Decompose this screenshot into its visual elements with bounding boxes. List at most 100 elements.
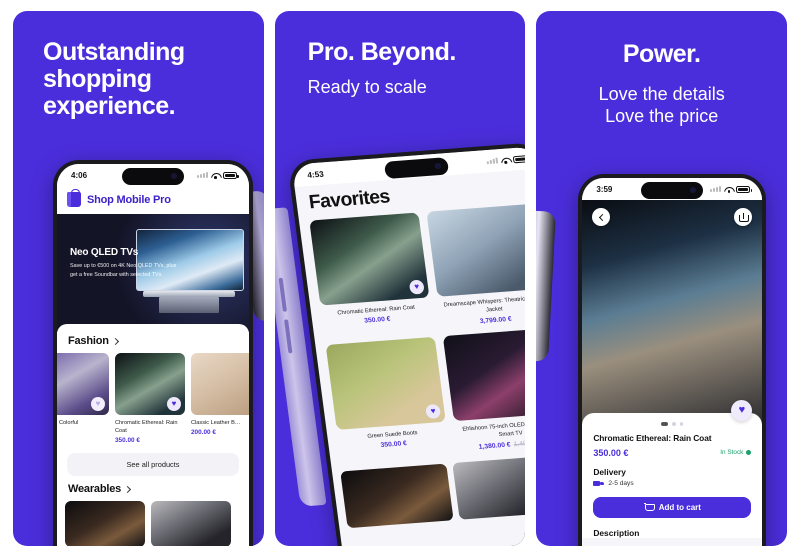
status-time: 4:53 xyxy=(306,169,324,180)
delivery-estimate: 2-5 days xyxy=(608,480,634,487)
panel-3-headline: Power. xyxy=(622,40,701,68)
favorite-card[interactable]: ♥ Dreamscape Whispers: Theatrical Rain J… xyxy=(426,203,526,328)
section-header-fashion[interactable]: Fashion xyxy=(57,332,249,353)
stock-status: In Stock xyxy=(720,449,752,456)
product-card[interactable]: Classic Leather B… 200.00 € xyxy=(191,353,249,444)
favorite-button[interactable]: ♥ xyxy=(731,400,753,421)
tv-console xyxy=(159,297,219,313)
stock-dot-icon xyxy=(746,450,752,455)
description-heading: Description xyxy=(593,527,640,538)
panel-2-headline-group: Pro. Beyond. Ready to scale xyxy=(308,39,526,99)
image-carousel-dots[interactable] xyxy=(593,422,751,426)
product-image: ♥ xyxy=(115,353,185,415)
panel-1-headline-group: Outstanding shopping experience. xyxy=(43,39,264,120)
favorite-card[interactable]: ♥ Chromatic Ethereal: Rain Coat 350.00 € xyxy=(308,212,433,336)
battery-icon xyxy=(223,171,239,179)
wifi-icon xyxy=(724,186,733,193)
favorite-icon[interactable]: ♥ xyxy=(408,279,425,295)
product-row-wearables[interactable] xyxy=(57,501,249,546)
product-card[interactable]: ♥ Chromatic Ethereal: Rain Coat 350.00 € xyxy=(115,353,185,444)
truck-icon xyxy=(593,480,605,488)
hero-banner[interactable]: Neo QLED TVs Save up to €500 on 4K Neo Q… xyxy=(57,214,249,332)
product-name: ...rie: Colorful xyxy=(57,420,79,426)
product-row-fashion[interactable]: ♥ ...rie: Colorful …€ ♥ Chromatic Ethere… xyxy=(57,353,249,444)
favorite-icon[interactable]: ♥ xyxy=(167,397,181,411)
favorite-card[interactable]: ♥ Ehlishoon 75-inch OLED 4K Ultra HD Sma… xyxy=(442,327,526,452)
favorite-icon[interactable]: ♥ xyxy=(91,397,105,411)
product-image: ♥ xyxy=(57,353,109,415)
product-name: Chromatic Ethereal: Rain Coat xyxy=(593,432,712,443)
detail-toolbar xyxy=(582,208,762,226)
product-card[interactable] xyxy=(65,501,145,546)
phone-mockup-detail: 3:59 ♥ Chromatic Ethereal: Rain Coat 350… xyxy=(578,174,767,546)
volume-up-button[interactable] xyxy=(278,277,287,312)
cellular-icon xyxy=(486,157,498,165)
product-card[interactable] xyxy=(339,463,454,528)
share-icon xyxy=(739,212,750,222)
product-image: ♥ xyxy=(325,336,446,430)
product-image: ♥ xyxy=(426,203,526,297)
see-all-products-button[interactable]: See all products xyxy=(67,453,239,477)
favorite-icon[interactable]: ♥ xyxy=(424,403,441,419)
dynamic-island xyxy=(122,168,184,185)
phone-mockup-home: 4:06 Shop Mobile Pro Neo QLED TVs Save u… xyxy=(53,160,253,546)
app-header: Shop Mobile Pro xyxy=(57,186,249,214)
hero-text: Neo QLED TVs Save up to €500 on 4K Neo Q… xyxy=(70,247,178,279)
promo-panel-pro: Pro. Beyond. Ready to scale 4:53 Favorit… xyxy=(274,11,526,546)
product-card[interactable] xyxy=(151,501,231,546)
section-header-wearables[interactable]: Wearables xyxy=(57,480,249,501)
phone-screen-home: 4:06 Shop Mobile Pro Neo QLED TVs Save u… xyxy=(57,164,249,546)
status-bar: 3:59 xyxy=(582,178,763,200)
cellular-icon xyxy=(197,172,208,178)
dynamic-island xyxy=(641,182,704,199)
panel-2-subheadline: Ready to scale xyxy=(307,77,427,97)
hero-body: Save up to €500 on 4K Neo QLED TVs, plus… xyxy=(70,263,177,278)
hero-title: Neo QLED TVs xyxy=(70,247,139,258)
cart-icon xyxy=(643,502,655,512)
panel-2-headline: Pro. Beyond. xyxy=(307,38,457,66)
stock-label: In Stock xyxy=(720,449,744,456)
promo-panel-power: Power. Love the details Love the price 3… xyxy=(536,11,788,546)
status-indicators xyxy=(486,154,526,165)
current-price: 1,380.00 € xyxy=(477,440,511,451)
product-price: 200.00 € xyxy=(191,429,216,437)
status-indicators xyxy=(710,185,753,193)
delivery-row: 2-5 days xyxy=(593,480,751,488)
product-card[interactable]: ♥ ...rie: Colorful …€ xyxy=(57,353,109,444)
panel-1-headline: Outstanding shopping experience. xyxy=(43,38,185,120)
product-image xyxy=(191,353,249,415)
status-time: 4:06 xyxy=(71,170,88,180)
product-row-extra[interactable] xyxy=(332,453,526,528)
volume-down-button[interactable] xyxy=(283,319,293,354)
phone-screen-favorites: 4:53 Favorites ♥ Chromatic Ethereal: Rai… xyxy=(291,146,526,546)
add-to-cart-label: Add to cart xyxy=(658,502,701,512)
product-image: ♥ xyxy=(442,327,526,421)
product-price: …€ xyxy=(57,429,109,436)
status-bar: 4:06 xyxy=(57,164,249,186)
panel-3-subheadline: Love the details Love the price xyxy=(598,84,725,126)
product-image xyxy=(151,501,231,546)
battery-icon xyxy=(512,154,526,163)
dynamic-island xyxy=(383,157,449,180)
chevron-right-icon xyxy=(111,337,119,345)
product-image xyxy=(65,501,145,546)
product-name: Ehlishoon 75-inch OLED 4K Ultra HD Smart… xyxy=(461,419,526,439)
favorite-card[interactable]: ♥ Green Suede Boots 350.00 € xyxy=(325,336,449,461)
shopping-bag-icon xyxy=(67,189,81,207)
back-button[interactable] xyxy=(592,208,611,226)
product-name: Chromatic Ethereal: Rain Coat xyxy=(115,420,178,435)
screenshot-gallery: Outstanding shopping experience. 4:06 Sh… xyxy=(0,0,800,557)
status-indicators xyxy=(197,171,239,179)
old-price: 1,400.00 € xyxy=(512,438,526,448)
panel-3-headline-group: Power. Love the details Love the price xyxy=(536,41,787,128)
add-to-cart-button[interactable]: Add to cart xyxy=(593,496,752,518)
favorites-grid: ♥ Chromatic Ethereal: Rain Coat 350.00 €… xyxy=(299,203,526,462)
wifi-icon xyxy=(211,172,220,179)
product-card[interactable] xyxy=(451,454,526,520)
product-image xyxy=(451,454,526,520)
share-button[interactable] xyxy=(734,208,753,226)
delivery-heading: Delivery xyxy=(593,466,626,477)
product-hero-image xyxy=(582,200,763,425)
wifi-icon xyxy=(500,156,510,164)
status-time: 3:59 xyxy=(596,184,613,194)
